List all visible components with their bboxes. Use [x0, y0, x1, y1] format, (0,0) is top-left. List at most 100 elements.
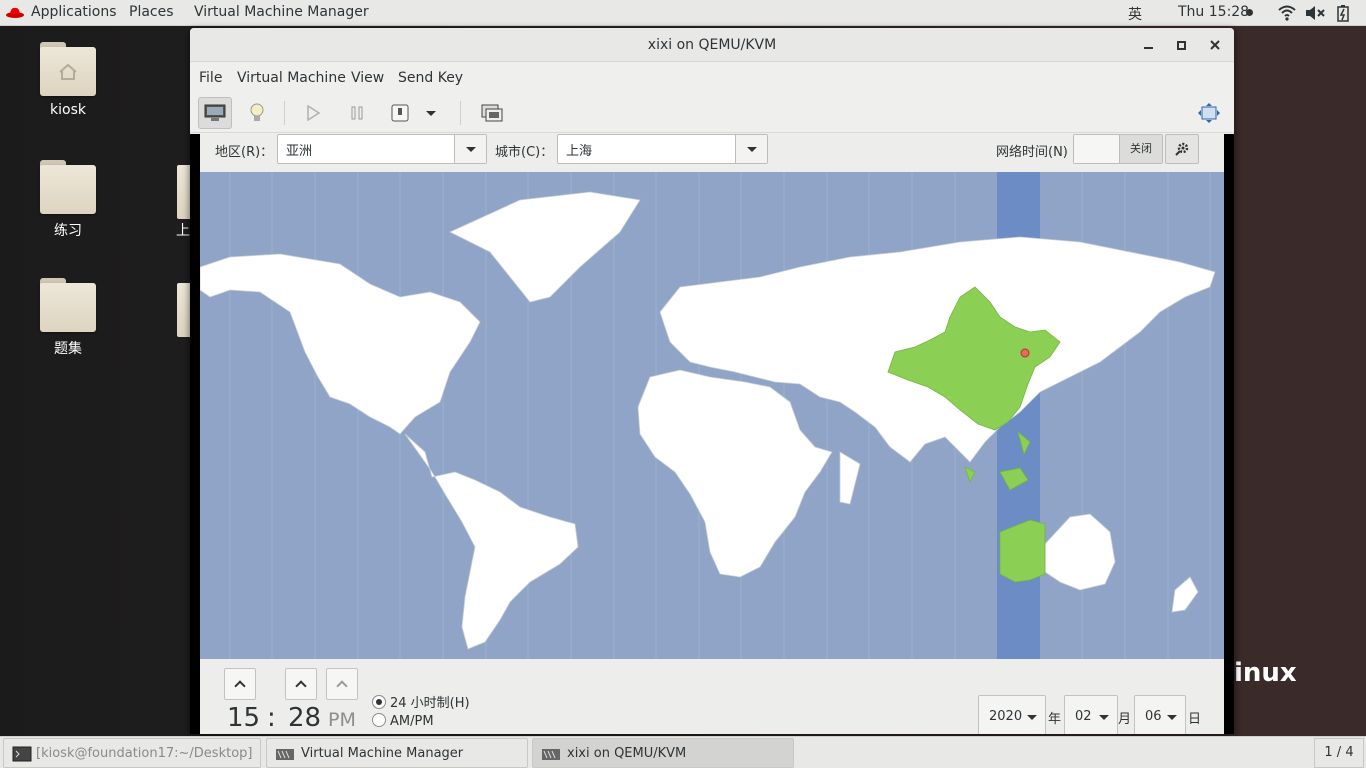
month-suffix: 月	[1118, 712, 1132, 727]
snapshots-button[interactable]	[475, 97, 509, 129]
desktop-icon-label: kiosk	[50, 102, 86, 118]
gear-icon	[1175, 142, 1189, 156]
chevron-down-icon	[1027, 715, 1037, 720]
desktop-icon-label: 练习	[54, 223, 82, 239]
desktop-icon-practice[interactable]: 练习	[23, 160, 113, 240]
window-title: xixi on QEMU/KVM	[647, 37, 777, 53]
places-menu[interactable]: Places	[129, 4, 174, 20]
network-time-switch[interactable]: 关闭	[1073, 134, 1163, 164]
menu-file[interactable]: File	[199, 70, 222, 86]
taskbar-item-label: Virtual Machine Manager	[301, 746, 464, 761]
taskbar-item-label: [kiosk@foundation17:~/Desktop]	[36, 746, 253, 761]
year-dropdown[interactable]: 2020	[978, 695, 1046, 734]
city-value: 上海	[566, 144, 593, 159]
year-suffix: 年	[1048, 712, 1062, 727]
ampm-increase-button[interactable]	[326, 668, 358, 700]
play-icon	[307, 105, 320, 121]
year-value: 2020	[989, 709, 1023, 724]
time-date-controls: 15 : 28 PM 24 小时制(H) AM/PM 2020 年 02 月 0…	[200, 659, 1224, 734]
battery-icon[interactable]	[1337, 4, 1349, 22]
hour-increase-button[interactable]	[224, 668, 256, 700]
power-icon	[391, 104, 409, 122]
region-combobox[interactable]: 亚洲	[277, 134, 487, 164]
maximize-icon	[1176, 41, 1186, 50]
hour-value: 15	[227, 703, 261, 733]
console-view-button[interactable]	[198, 97, 232, 129]
desktop-icon-label: 题集	[54, 341, 82, 357]
clock[interactable]: Thu 15:28	[1178, 4, 1249, 20]
app-menu[interactable]: Virtual Machine Manager	[194, 4, 369, 20]
maximize-button[interactable]	[1173, 37, 1189, 53]
vm-console-window: xixi on QEMU/KVM File Virtual Machine Vi…	[190, 28, 1234, 734]
bottom-taskbar: [kiosk@foundation17:~/Desktop] Virtual M…	[0, 736, 1366, 768]
chevron-down-icon	[426, 110, 436, 116]
city-label: 城市(C)：	[495, 145, 554, 160]
taskbar-item-vm-console[interactable]: xixi on QEMU/KVM	[532, 738, 794, 768]
chevron-up-icon	[336, 680, 348, 692]
chevron-down-icon	[746, 146, 757, 152]
time-separator: :	[267, 703, 276, 733]
chevron-down-icon	[465, 146, 476, 152]
menu-send-key[interactable]: Send Key	[398, 70, 463, 86]
taskbar-item-terminal[interactable]: [kiosk@foundation17:~/Desktop]	[3, 738, 261, 768]
shutdown-button[interactable]	[383, 97, 417, 129]
network-time-state: 关闭	[1120, 135, 1162, 163]
virt-manager-icon	[542, 749, 560, 760]
folder-icon[interactable]	[177, 165, 191, 219]
format-ampm-option[interactable]: AM/PM	[372, 713, 434, 729]
timezone-bar: 地区(R)： 亚洲 城市(C)： 上海 网络时间(N) 关闭	[200, 134, 1224, 172]
virt-manager-icon	[276, 749, 294, 760]
month-dropdown[interactable]: 02	[1064, 695, 1118, 734]
day-suffix: 日	[1188, 712, 1202, 727]
radio-unselected-icon	[372, 713, 386, 727]
region-value: 亚洲	[286, 144, 313, 159]
world-map-graphic	[200, 172, 1216, 659]
date-time-panel: 地区(R)： 亚洲 城市(C)： 上海 网络时间(N) 关闭 15: 28 P…	[200, 134, 1224, 734]
taskbar-item-label: xixi on QEMU/KVM	[567, 746, 687, 761]
taskbar-item-vmm[interactable]: Virtual Machine Manager	[266, 738, 528, 768]
minimize-icon	[1143, 47, 1153, 49]
ntp-settings-button[interactable]	[1165, 134, 1199, 164]
desktop-icon-question-set[interactable]: 题集	[23, 278, 113, 358]
workspace-indicator[interactable]: 1 / 4	[1314, 738, 1364, 768]
minimize-button[interactable]	[1140, 37, 1156, 53]
day-dropdown[interactable]: 06	[1134, 695, 1186, 734]
volume-muted-icon[interactable]	[1305, 5, 1325, 21]
wifi-icon[interactable]	[1278, 5, 1296, 21]
pause-button[interactable]	[340, 97, 374, 129]
close-button[interactable]	[1207, 37, 1223, 53]
input-method-indicator[interactable]: 英	[1128, 4, 1142, 24]
network-time-label: 网络时间(N)	[996, 145, 1068, 160]
guest-display[interactable]: 地区(R)： 亚洲 城市(C)： 上海 网络时间(N) 关闭 15: 28 P…	[190, 134, 1234, 734]
monitor-icon	[204, 104, 226, 121]
redhat-logo-icon	[6, 7, 24, 18]
timezone-map[interactable]	[200, 172, 1224, 659]
home-folder-icon	[40, 42, 96, 96]
minute-value: 28	[288, 703, 322, 733]
city-combobox[interactable]: 上海	[557, 134, 768, 164]
shutdown-dropdown-button[interactable]	[421, 97, 441, 129]
selected-city-marker	[1020, 348, 1030, 358]
menu-virtual-machine[interactable]: Virtual Machine	[237, 70, 346, 86]
menu-view[interactable]: View	[351, 70, 384, 86]
format-24h-option[interactable]: 24 小时制(H)	[372, 692, 470, 711]
terminal-icon	[12, 746, 32, 762]
chevron-up-icon	[234, 680, 246, 692]
window-titlebar[interactable]: xixi on QEMU/KVM	[190, 28, 1234, 62]
fullscreen-button[interactable]	[1192, 97, 1226, 129]
region-label: 地区(R)：	[215, 145, 274, 160]
applications-menu[interactable]: Applications	[31, 4, 117, 20]
desktop-brand-text: inux	[1234, 658, 1297, 688]
desktop-icon-kiosk[interactable]: kiosk	[23, 42, 113, 118]
folder-icon	[40, 278, 96, 332]
details-view-button[interactable]	[240, 97, 274, 129]
month-value: 02	[1075, 709, 1092, 724]
pause-icon	[351, 106, 363, 120]
run-button[interactable]	[296, 97, 330, 129]
snapshot-icon	[481, 104, 503, 122]
fullscreen-icon	[1198, 103, 1220, 123]
folder-icon[interactable]	[177, 283, 191, 337]
minute-increase-button[interactable]	[285, 668, 317, 700]
menu-bar: File Virtual Machine View Send Key	[190, 63, 1234, 93]
format-24h-label: 24 小时制(H)	[390, 696, 470, 711]
